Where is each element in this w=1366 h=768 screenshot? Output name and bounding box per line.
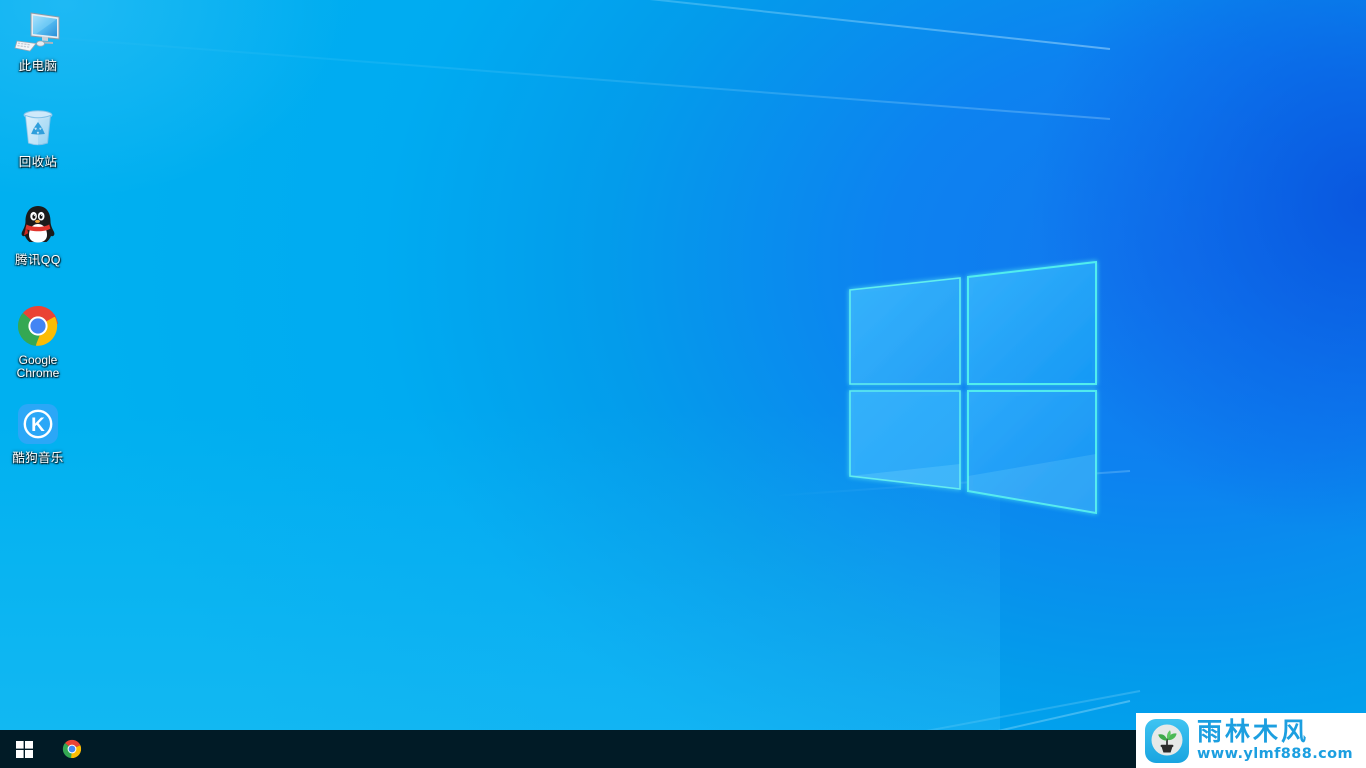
desktop-icon-tencent-qq[interactable]: 腾讯QQ [0, 202, 76, 267]
desktop[interactable]: 此电脑 回收站 腾讯QQ Google Chrome K 酷狗音乐 雨林木风 w… [0, 0, 1366, 768]
desktop-icon-label: 酷狗音乐 [12, 451, 64, 465]
this-pc-icon [14, 8, 62, 56]
google-chrome-icon [14, 302, 62, 350]
watermark-url: www.ylmf888.com [1197, 746, 1354, 763]
sprout-logo-icon [1145, 718, 1189, 763]
wallpaper-topleft-glow [0, 0, 560, 340]
recycle-bin-icon [14, 104, 62, 152]
google-chrome-icon [62, 739, 82, 759]
start-button[interactable] [0, 730, 48, 768]
desktop-icon-label: 回收站 [18, 155, 58, 169]
watermark-badge: 雨林木风 www.ylmf888.com [1136, 713, 1366, 768]
windows-hero-logo [840, 248, 1110, 538]
desktop-icon-google-chrome[interactable]: Google Chrome [0, 302, 76, 380]
desktop-icon-this-pc[interactable]: 此电脑 [0, 8, 76, 73]
desktop-icon-label: Google Chrome [16, 353, 60, 380]
desktop-icon-label: 腾讯QQ [15, 253, 61, 267]
taskbar-item-chrome[interactable] [48, 730, 96, 768]
desktop-icon-recycle-bin[interactable]: 回收站 [0, 104, 76, 169]
watermark-brand: 雨林木风 [1197, 717, 1310, 747]
tencent-qq-icon [14, 202, 62, 250]
desktop-icon-label: 此电脑 [18, 59, 58, 73]
svg-text:K: K [31, 415, 45, 436]
desktop-wallpaper [0, 0, 1366, 768]
windows-logo-icon [15, 740, 33, 758]
kugou-music-icon: K [14, 400, 62, 448]
watermark-text: 雨林木风 www.ylmf888.com [1197, 719, 1353, 762]
desktop-icon-kugou-music[interactable]: K 酷狗音乐 [0, 400, 76, 465]
